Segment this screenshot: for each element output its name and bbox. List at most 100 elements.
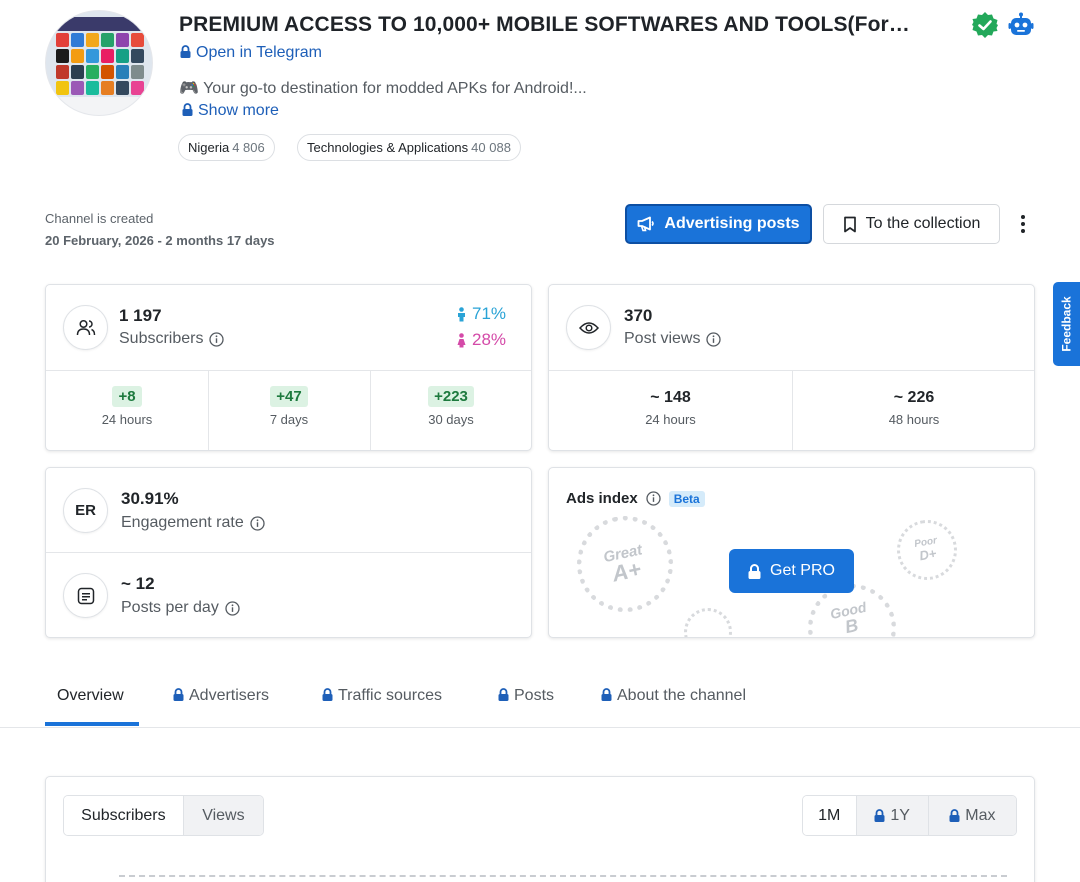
tab-advertisers-label: Advertisers (189, 687, 270, 704)
to-the-collection-button[interactable]: To the collection (823, 204, 1000, 244)
views-48h-label: 48 hours (888, 412, 940, 427)
female-icon (457, 332, 466, 347)
channel-tabs: Overview Advertisers Traffic sources Pos… (0, 675, 1080, 728)
tag-category-count: 40 088 (471, 140, 511, 155)
delta-label: 7 days (269, 412, 309, 427)
metric-subscribers-label: Subscribers (81, 806, 166, 824)
tag-category[interactable]: Technologies & Applications 40 088 (297, 134, 521, 161)
subscribers-delta-24h: +8 24 hours (46, 386, 208, 427)
range-max-label: Max (965, 806, 996, 824)
to-the-collection-label: To the collection (865, 215, 981, 232)
range-1m-button[interactable]: 1M (803, 796, 857, 835)
tab-overview[interactable]: Overview (57, 687, 124, 705)
range-1y-label: 1Y (890, 806, 910, 824)
post-views-value: 370 (624, 306, 653, 325)
chart-gridline (119, 875, 1007, 877)
tab-advertisers[interactable]: Advertisers (173, 687, 269, 705)
info-icon[interactable] (225, 600, 240, 616)
stamp-poor-grade: D+ (918, 545, 938, 564)
lock-icon (748, 563, 761, 579)
info-icon[interactable] (706, 331, 722, 347)
engagement-rate-label: Engagement rate (121, 514, 244, 531)
show-more-label: Show more (198, 102, 279, 119)
get-pro-button[interactable]: Get PRO (729, 549, 854, 593)
female-percentage: 28% (472, 330, 507, 349)
subscribers-value: 1 197 (119, 306, 162, 325)
engagement-rate-value: 30.91% (121, 489, 179, 508)
megaphone-icon (638, 216, 655, 232)
show-more-link[interactable]: Show more (182, 102, 279, 120)
er-icon: ER (63, 488, 108, 533)
channel-title: PREMIUM ACCESS TO 10,000+ MOBILE SOFTWAR… (179, 13, 910, 36)
bookmark-icon (843, 216, 856, 232)
active-tab-indicator (45, 722, 139, 726)
tab-posts[interactable]: Posts (498, 687, 554, 705)
lock-icon (874, 809, 885, 822)
views-24h: ~ 148 24 hours (549, 389, 792, 427)
tab-about-the-channel[interactable]: About the channel (601, 687, 746, 705)
delta-value: +8 (112, 386, 142, 407)
tag-country[interactable]: Nigeria 4 806 (178, 134, 275, 161)
metric-subscribers-button[interactable]: Subscribers (64, 796, 184, 835)
tag-category-label: Technologies & Applications (307, 140, 469, 155)
advertising-posts-button[interactable]: Advertising posts (625, 204, 812, 244)
post-views-label: Post views (624, 330, 701, 347)
posts-icon (63, 573, 108, 618)
open-in-telegram-link[interactable]: Open in Telegram (180, 44, 322, 62)
info-icon[interactable] (646, 491, 661, 506)
lock-icon (182, 103, 193, 116)
bot-icon (1008, 12, 1034, 35)
info-icon[interactable] (209, 331, 225, 347)
metric-toggle: Subscribers Views (63, 795, 264, 836)
metric-views-button[interactable]: Views (183, 796, 263, 835)
lock-icon (949, 809, 960, 822)
tab-traffic-sources-label: Traffic sources (338, 687, 443, 704)
views-24h-label: 24 hours (645, 412, 696, 427)
tag-country-label: Nigeria (188, 140, 230, 155)
chart-card: Subscribers Views 1M 1Y Max (45, 776, 1035, 882)
post-views-card: 370 Post views ~ 148 24 hours ~ 226 48 h… (548, 284, 1035, 451)
range-max-button[interactable]: Max (928, 796, 1016, 835)
tab-overview-label: Overview (57, 687, 124, 704)
created-label: Channel is created (45, 211, 154, 226)
delta-label: 30 days (428, 412, 474, 427)
channel-description: 🎮 Your go-to destination for modded APKs… (179, 80, 587, 97)
stamp-great: Great A+ (568, 507, 682, 621)
advertising-posts-label: Advertising posts (664, 215, 800, 232)
tab-about-the-channel-label: About the channel (617, 687, 746, 704)
subscribers-delta-30d: +223 30 days (370, 386, 531, 427)
lock-icon (173, 688, 184, 701)
delta-label: 24 hours (101, 412, 153, 427)
views-48h-value: ~ 226 (893, 389, 935, 406)
tag-country-count: 4 806 (232, 140, 265, 155)
views-24h-value: ~ 148 (650, 389, 691, 406)
lock-icon (180, 45, 191, 58)
feedback-tab[interactable]: Feedback (1053, 282, 1080, 366)
ads-index-title: Ads index (566, 490, 638, 507)
tab-traffic-sources[interactable]: Traffic sources (322, 687, 442, 705)
info-icon[interactable] (250, 515, 265, 531)
lock-icon (498, 688, 509, 701)
stamp-partial (684, 608, 732, 637)
delta-value: +47 (270, 386, 308, 407)
eye-icon (566, 305, 611, 350)
male-percentage: 71% (472, 304, 507, 323)
channel-avatar (45, 10, 153, 116)
posts-per-day-label: Posts per day (121, 599, 219, 616)
metric-views-label: Views (202, 806, 245, 824)
delta-value: +223 (428, 386, 474, 407)
er-icon-text: ER (75, 502, 96, 519)
engagement-card: ER 30.91% Engagement rate ~ 12 Posts per… (45, 467, 532, 638)
subscribers-card: 1 197 Subscribers 71% 28% +8 24 hours +4… (45, 284, 532, 451)
range-1y-button[interactable]: 1Y (856, 796, 929, 835)
beta-badge: Beta (668, 490, 705, 507)
more-options-icon[interactable] (1014, 212, 1032, 236)
views-48h: ~ 226 48 hours (792, 389, 1034, 427)
lock-icon (601, 688, 612, 701)
verified-badge-icon (972, 12, 998, 38)
stamp-poor: Poor D+ (892, 515, 962, 585)
feedback-label: Feedback (1059, 296, 1074, 352)
range-1m-label: 1M (818, 806, 841, 824)
subscribers-label: Subscribers (119, 330, 204, 347)
created-value: 20 February, 2026 - 2 months 17 days (45, 233, 275, 248)
